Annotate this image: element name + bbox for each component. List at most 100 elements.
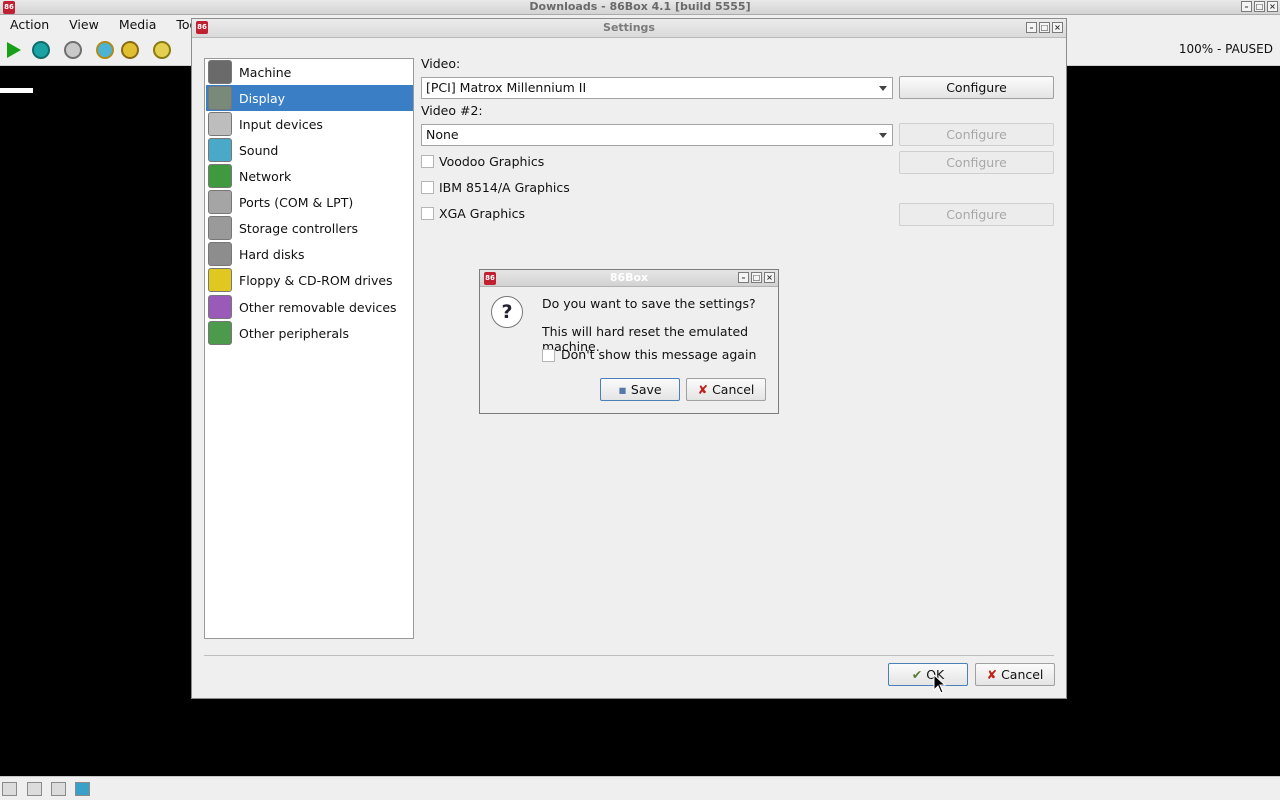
chevron-down-icon (879, 86, 887, 91)
dont-show-checkbox[interactable] (542, 349, 555, 362)
category-floppy-cdrom[interactable]: Floppy & CD-ROM drives (206, 267, 413, 293)
cancel-label: Cancel (1001, 667, 1044, 682)
menu-view[interactable]: View (59, 17, 109, 32)
floppy-cdrom-icon (208, 268, 232, 292)
maximize-icon[interactable]: □ (1039, 22, 1050, 33)
category-network[interactable]: Network (206, 163, 413, 189)
video2-label: Video #2: (421, 103, 483, 118)
reset-icon[interactable] (32, 41, 50, 59)
category-hard-disks[interactable]: Hard disks (206, 241, 413, 267)
ctrl-alt-esc-icon[interactable] (121, 41, 139, 59)
floppy-status-icon[interactable] (51, 782, 66, 796)
configure-xga-button[interactable]: Configure (899, 203, 1054, 226)
category-other-removable[interactable]: Other removable devices (206, 294, 413, 320)
voodoo-checkbox[interactable] (421, 155, 434, 168)
category-machine[interactable]: Machine (206, 59, 413, 85)
menu-action[interactable]: Action (0, 17, 59, 32)
ctrl-alt-del-icon[interactable] (96, 41, 114, 59)
xga-checkbox[interactable] (421, 207, 434, 220)
xga-label: XGA Graphics (439, 206, 525, 221)
video-label: Video: (421, 56, 461, 71)
category-list: Machine Display Input devices Sound Netw… (204, 58, 414, 639)
voodoo-label: Voodoo Graphics (439, 154, 545, 169)
play-icon[interactable] (7, 42, 21, 58)
settings-cancel-button[interactable]: ✘ Cancel (975, 663, 1055, 686)
settings-icon[interactable] (153, 41, 171, 59)
video-select[interactable]: [PCI] Matrox Millennium II (421, 77, 893, 99)
cancel-x-icon: ✘ (697, 382, 709, 397)
category-storage-controllers[interactable]: Storage controllers (206, 215, 413, 241)
ok-check-icon: ✔ (911, 667, 923, 682)
app-logo-icon: 86 (196, 21, 208, 34)
close-icon[interactable]: × (1052, 22, 1063, 33)
minimize-icon[interactable]: – (1026, 22, 1037, 33)
settings-titlebar: 86 Settings – □ × (192, 19, 1066, 38)
question-icon: ? (491, 296, 523, 328)
mouse-pointer-icon (933, 674, 947, 694)
category-label: Network (239, 168, 292, 184)
power-icon[interactable] (64, 41, 82, 59)
save-button[interactable]: ▪ Save (600, 378, 680, 401)
video-select-value: [PCI] Matrox Millennium II (426, 80, 587, 95)
category-label: Machine (239, 64, 292, 80)
msgbox-question: Do you want to save the settings? (542, 296, 756, 311)
peripherals-icon (208, 321, 232, 345)
category-ports[interactable]: Ports (COM & LPT) (206, 189, 413, 215)
divider (204, 655, 1054, 656)
category-label: Display (239, 90, 286, 106)
video2-select-value: None (426, 127, 459, 142)
category-sound[interactable]: Sound (206, 137, 413, 163)
ok-button[interactable]: ✔ OK (888, 663, 968, 686)
category-label: Other removable devices (239, 299, 397, 315)
configure-voodoo-button[interactable]: Configure (899, 151, 1054, 174)
machine-icon (208, 60, 232, 84)
chevron-down-icon (879, 133, 887, 138)
emulator-text-cursor (0, 88, 33, 93)
dont-show-label: Don't show this message again (561, 347, 757, 362)
msgbox-titlebar: 86 86Box – □ × (480, 270, 778, 287)
category-other-peripherals[interactable]: Other peripherals (206, 320, 413, 346)
display-icon (208, 86, 232, 110)
minimize-icon[interactable]: – (1241, 1, 1252, 12)
category-label: Ports (COM & LPT) (239, 194, 354, 210)
category-label: Floppy & CD-ROM drives (239, 272, 393, 288)
keyboard-status-icon[interactable] (2, 782, 17, 796)
minimize-icon[interactable]: – (738, 272, 749, 283)
category-label: Input devices (239, 116, 323, 132)
hard-disks-icon (208, 242, 232, 266)
sound-status-icon[interactable] (75, 782, 90, 796)
input-devices-icon (208, 112, 232, 136)
category-label: Storage controllers (239, 220, 359, 236)
save-confirmation-dialog: 86 86Box – □ × ? Do you want to save the… (479, 269, 779, 414)
maximize-icon[interactable]: □ (751, 272, 762, 283)
ibm8514-checkbox[interactable] (421, 181, 434, 194)
msgbox-cancel-button[interactable]: ✘ Cancel (686, 378, 766, 401)
hdd-status-icon[interactable] (27, 782, 42, 796)
sound-icon (208, 138, 232, 162)
ports-icon (208, 190, 232, 214)
maximize-icon[interactable]: □ (1254, 1, 1265, 12)
msgbox-title: 86Box (609, 271, 649, 284)
menu-media[interactable]: Media (109, 17, 167, 32)
speed-status: 100% - PAUSED (1178, 42, 1273, 56)
save-label: Save (630, 382, 662, 397)
close-icon[interactable]: × (764, 272, 775, 283)
ibm8514-label: IBM 8514/A Graphics (439, 180, 570, 195)
network-icon (208, 164, 232, 188)
main-window-titlebar: 86 Downloads - 86Box 4.1 [build 5555] – … (0, 0, 1280, 15)
save-disk-icon: ▪ (618, 382, 627, 397)
video2-select[interactable]: None (421, 124, 893, 146)
category-input-devices[interactable]: Input devices (206, 111, 413, 137)
configure-video2-button[interactable]: Configure (899, 123, 1054, 146)
configure-video-button[interactable]: Configure (899, 76, 1054, 99)
msgbox-cancel-label: Cancel (712, 382, 755, 397)
main-window-title: Downloads - 86Box 4.1 [build 5555] (529, 0, 751, 13)
status-bar (0, 776, 1280, 800)
category-label: Sound (239, 142, 279, 158)
cancel-x-icon: ✘ (986, 667, 998, 682)
category-display[interactable]: Display (206, 85, 413, 111)
category-label: Other peripherals (239, 325, 350, 341)
close-icon[interactable]: × (1267, 1, 1278, 12)
removable-devices-icon (208, 295, 232, 319)
storage-controllers-icon (208, 216, 232, 240)
